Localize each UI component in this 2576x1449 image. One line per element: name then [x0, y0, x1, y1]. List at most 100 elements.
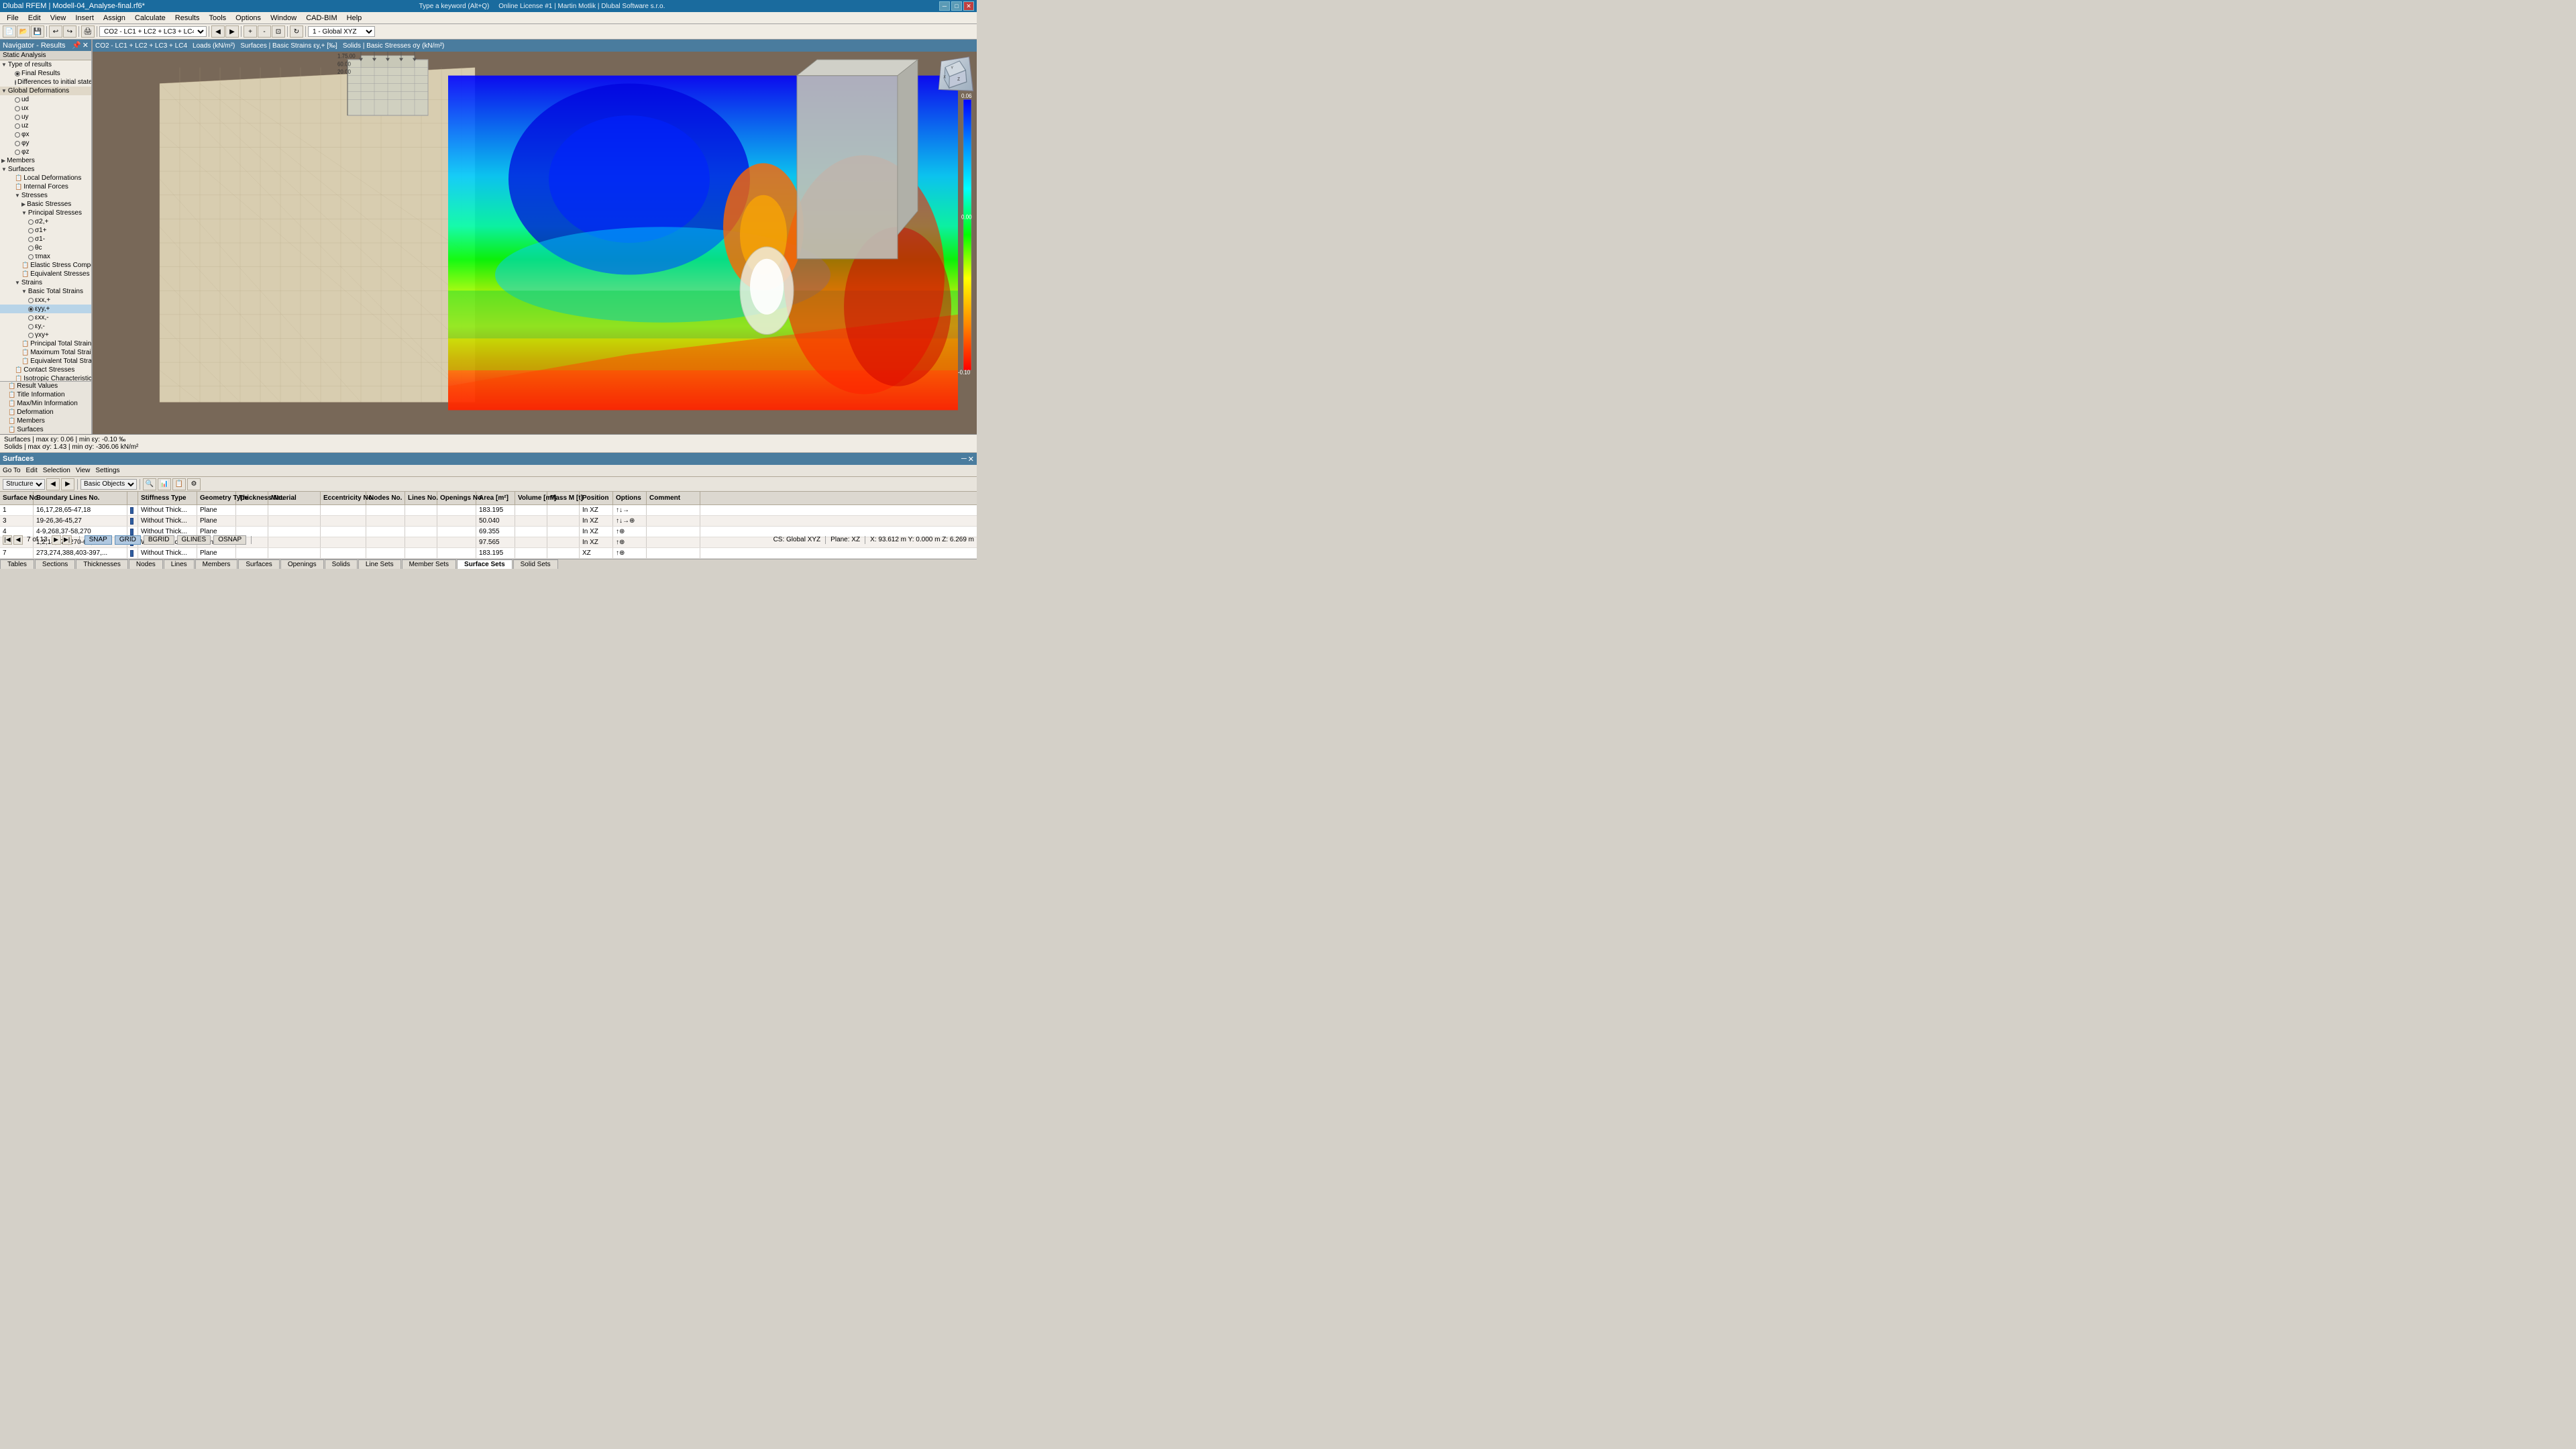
nav-phiz-radio[interactable] [15, 150, 20, 155]
tab-surface-sets[interactable]: Surface Sets [457, 559, 513, 569]
nav-close-icon[interactable]: ✕ [83, 41, 89, 50]
tb-res-next[interactable]: ▶ [61, 478, 74, 490]
nav-global-def[interactable]: ▼ Global Deformations [0, 87, 91, 95]
menu-calculate[interactable]: Calculate [131, 13, 170, 23]
nav-strains[interactable]: ▼ Strains [0, 278, 91, 287]
nav-phiy[interactable]: φy [0, 139, 91, 148]
nav-s1plus-radio[interactable] [28, 228, 34, 233]
nav-exxminus-radio[interactable] [28, 315, 34, 321]
nav-exxplus-radio[interactable] [28, 298, 34, 303]
tb-zoom-in[interactable]: + [244, 25, 257, 38]
nav-final-results[interactable]: Final Results [0, 69, 91, 78]
nav-contact-stresses[interactable]: 📋 Contact Stresses [0, 366, 91, 374]
nav-s1plus[interactable]: σ1+ [0, 226, 91, 235]
close-button[interactable]: ✕ [963, 1, 974, 11]
table-row[interactable]: 1 16,17,28,65-47,18 Without Thick... Pla… [0, 505, 977, 516]
nav-members[interactable]: ▶ Members [0, 156, 91, 165]
nav-s2plus-radio[interactable] [28, 219, 34, 225]
nav-tmax-radio[interactable] [28, 254, 34, 260]
tab-thicknesses[interactable]: Thicknesses [76, 559, 128, 569]
nav-ux[interactable]: ux [0, 104, 91, 113]
tb-export[interactable]: 📊 [158, 478, 171, 490]
tb-copy[interactable]: 📋 [172, 478, 186, 490]
tb-zoom-out[interactable]: - [258, 25, 271, 38]
menu-view[interactable]: View [76, 467, 91, 474]
nav-uy-radio[interactable] [15, 115, 20, 120]
tb-rotate[interactable]: ↻ [290, 25, 303, 38]
nav-members-display[interactable]: 📋 Members [0, 417, 91, 425]
snap-button[interactable]: SNAP [85, 535, 112, 545]
nav-ud-radio[interactable] [15, 97, 20, 103]
menu-selection[interactable]: Selection [43, 467, 70, 474]
results-close-controls[interactable]: ─ ✕ [961, 455, 974, 464]
nav-uy[interactable]: uy [0, 113, 91, 121]
tb-open[interactable]: 📂 [17, 25, 30, 38]
table-row[interactable]: 3 19-26,36-45,27 Without Thick... Plane … [0, 516, 977, 527]
nav-type-results[interactable]: ▼ Type of results [0, 60, 91, 69]
tb-settings[interactable]: ⚙ [187, 478, 201, 490]
nav-surfaces-display[interactable]: 📋 Surfaces [0, 425, 91, 434]
nav-stresses[interactable]: ▼ Stresses [0, 191, 91, 200]
menu-assign[interactable]: Assign [99, 13, 129, 23]
tb-zoom-all[interactable]: ⊡ [272, 25, 285, 38]
nav-gxy-radio[interactable] [28, 333, 34, 338]
nav-first-page[interactable]: |◀ [3, 535, 12, 545]
nav-phix[interactable]: φx [0, 130, 91, 139]
tb-print[interactable]: 🖨 [81, 25, 95, 38]
menu-file[interactable]: File [3, 13, 23, 23]
tb-new[interactable]: 📄 [3, 25, 16, 38]
osnap-button[interactable]: OSNAP [213, 535, 246, 545]
nav-isotropic[interactable]: 📋 Isotropic Characteristics [0, 374, 91, 381]
menu-edit[interactable]: Edit [26, 467, 38, 474]
window-controls[interactable]: ─ □ ✕ [939, 1, 974, 11]
maximize-button[interactable]: □ [951, 1, 962, 11]
nav-uz-radio[interactable] [15, 123, 20, 129]
nav-result-values[interactable]: 📋 Result Values [0, 382, 91, 390]
viewport-content[interactable]: 1.75.00 60.00 20.00 [93, 52, 977, 434]
nav-final-results-radio[interactable] [15, 71, 20, 76]
nav-prev-page[interactable]: ◀ [13, 535, 23, 545]
nav-title-info[interactable]: 📋 Title Information [0, 390, 91, 399]
nav-exxplus[interactable]: εxx,+ [0, 296, 91, 305]
orientation-cube[interactable]: Y X Z [938, 57, 970, 89]
structure-selector[interactable]: Structure [3, 479, 45, 490]
tb-next-result[interactable]: ▶ [225, 25, 239, 38]
nav-basic-total-strains[interactable]: ▼ Basic Total Strains [0, 287, 91, 296]
nav-deformation[interactable]: 📋 Deformation [0, 408, 91, 417]
nav-surfaces[interactable]: ▼ Surfaces [0, 165, 91, 174]
nav-eyminus-radio[interactable] [28, 324, 34, 329]
menu-tools[interactable]: Tools [205, 13, 230, 23]
menu-cad-bim[interactable]: CAD-BIM [302, 13, 341, 23]
nav-tmax[interactable]: τmax [0, 252, 91, 261]
tab-openings[interactable]: Openings [280, 559, 324, 569]
nav-diff-initial[interactable]: Differences to initial state [0, 78, 91, 87]
nav-elastic-stress[interactable]: 📋 Elastic Stress Components [0, 261, 91, 270]
bgrid-button[interactable]: BGRID [144, 535, 174, 545]
nav-equiv-total-strains[interactable]: 📋 Equivalent Total Strains [0, 357, 91, 366]
tb-filter[interactable]: 🔍 [143, 478, 156, 490]
view-selector[interactable]: 1 - Global XYZ [308, 26, 375, 37]
nav-internal-forces[interactable]: 📋 Internal Forces [0, 182, 91, 191]
nav-s1minus-radio[interactable] [28, 237, 34, 242]
nav-eyyplus[interactable]: εyy,+ [0, 305, 91, 313]
tab-solid-sets[interactable]: Solid Sets [513, 559, 558, 569]
nav-basic-stresses[interactable]: ▶ Basic Stresses [0, 200, 91, 209]
nav-gxy[interactable]: γxy+ [0, 331, 91, 339]
nav-exxminus[interactable]: εxx,- [0, 313, 91, 322]
menu-results[interactable]: Results [171, 13, 204, 23]
viewport[interactable]: CO2 - LC1 + LC2 + LC3 + LC4 Loads (kN/m²… [93, 40, 977, 434]
nav-s2plus[interactable]: σ2,+ [0, 217, 91, 226]
nav-diff-initial-radio[interactable] [15, 80, 16, 85]
nav-s1minus[interactable]: σ1- [0, 235, 91, 244]
menu-settings[interactable]: Settings [95, 467, 119, 474]
nav-equiv-stress[interactable]: 📋 Equivalent Stresses [0, 270, 91, 278]
nav-ux-radio[interactable] [15, 106, 20, 111]
menu-view[interactable]: View [46, 13, 70, 23]
nav-ud[interactable]: ud [0, 95, 91, 104]
menu-goto[interactable]: Go To [3, 467, 21, 474]
minimize-button[interactable]: ─ [939, 1, 950, 11]
nav-eyyplus-radio[interactable] [28, 307, 34, 312]
load-case-selector[interactable]: CO2 - LC1 + LC2 + LC3 + LC4 [99, 26, 207, 37]
nav-last-page[interactable]: ▶| [62, 535, 72, 545]
menu-window[interactable]: Window [266, 13, 301, 23]
